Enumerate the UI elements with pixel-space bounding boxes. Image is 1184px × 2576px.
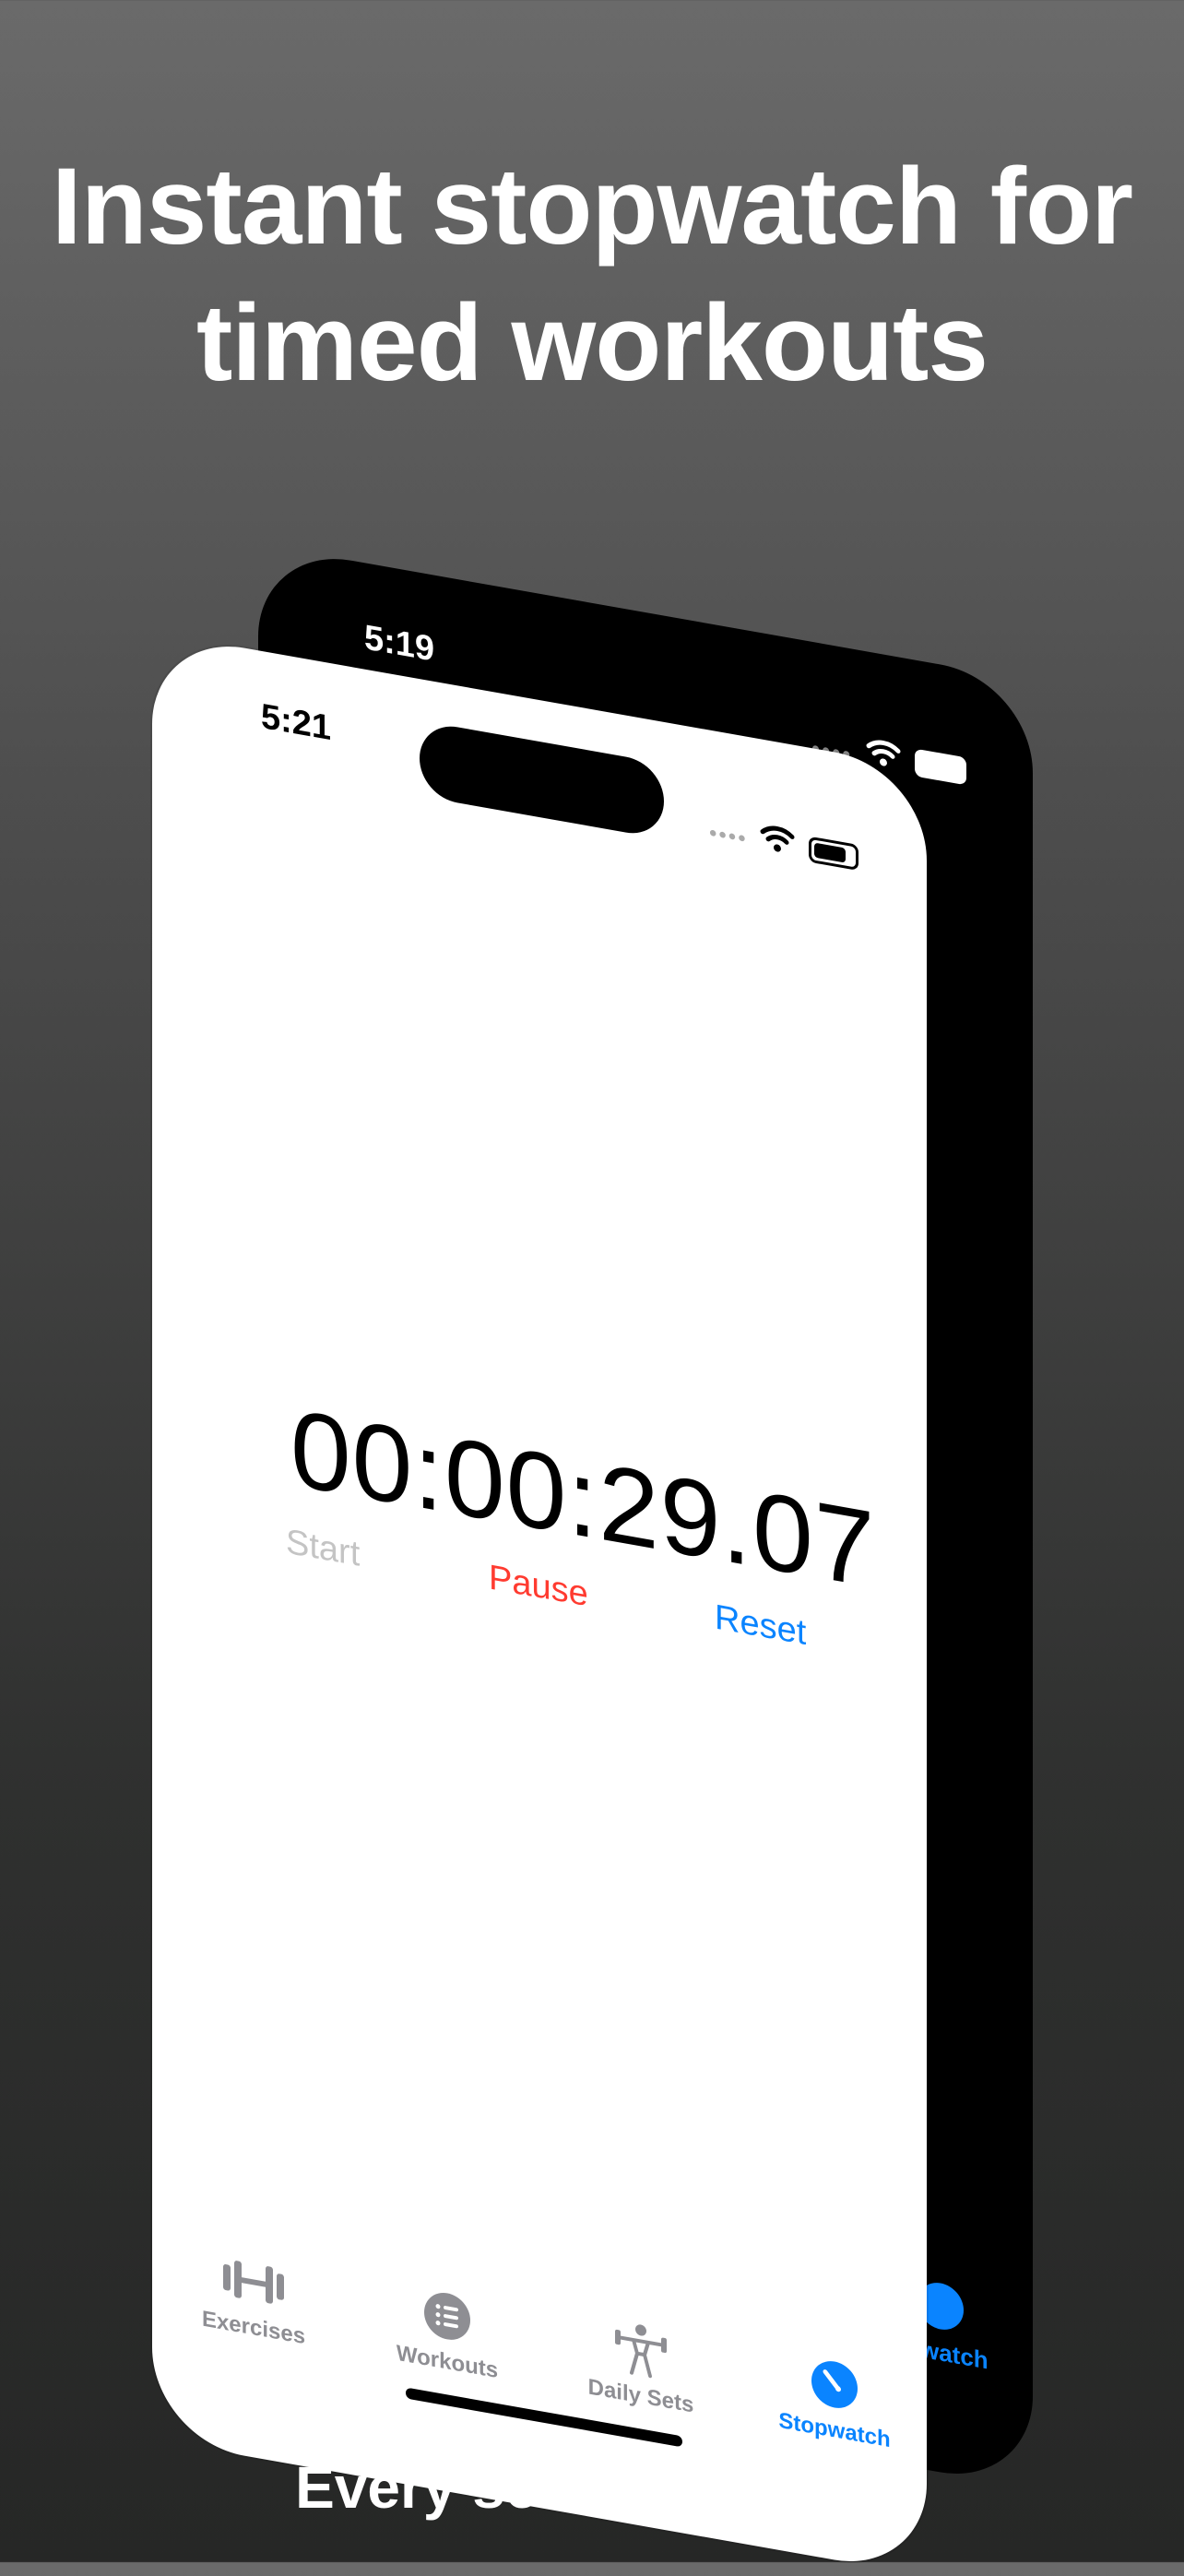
headline-line-1: Instant stopwatch for — [51, 146, 1133, 267]
tab-stopwatch[interactable]: Stopwatch — [761, 2344, 908, 2456]
weightlifter-icon — [615, 2324, 667, 2379]
dumbbell-icon — [223, 2261, 284, 2304]
reset-button[interactable]: Reset — [715, 1598, 806, 1655]
tab-daily-sets[interactable]: Daily Sets — [567, 2309, 715, 2422]
start-button[interactable]: Start — [286, 1523, 360, 1575]
signal-icon: •••• — [709, 820, 748, 852]
stopwatch-icon — [811, 2361, 858, 2408]
wifi-icon — [760, 825, 795, 852]
tab-workouts[interactable]: Workouts — [373, 2275, 521, 2388]
battery-icon — [809, 836, 858, 872]
dynamic-island — [420, 720, 664, 839]
headline-line-2: timed workouts — [196, 282, 989, 404]
front-phone: 5:21 •••• 00:00:29.07 Start Pause Reset … — [152, 632, 927, 2576]
status-time: 5:19 — [364, 618, 435, 670]
headline: Instant stopwatch for timed workouts — [0, 138, 1184, 411]
pause-button[interactable]: Pause — [489, 1558, 588, 1615]
tab-stopwatch-label[interactable]: watch — [920, 2335, 989, 2376]
battery-icon — [915, 748, 966, 786]
footer-tagline: Every second counts — [295, 2454, 889, 2521]
list-icon — [424, 2293, 470, 2340]
tab-exercises[interactable]: Exercises — [180, 2241, 327, 2354]
status-time: 5:21 — [261, 696, 332, 749]
